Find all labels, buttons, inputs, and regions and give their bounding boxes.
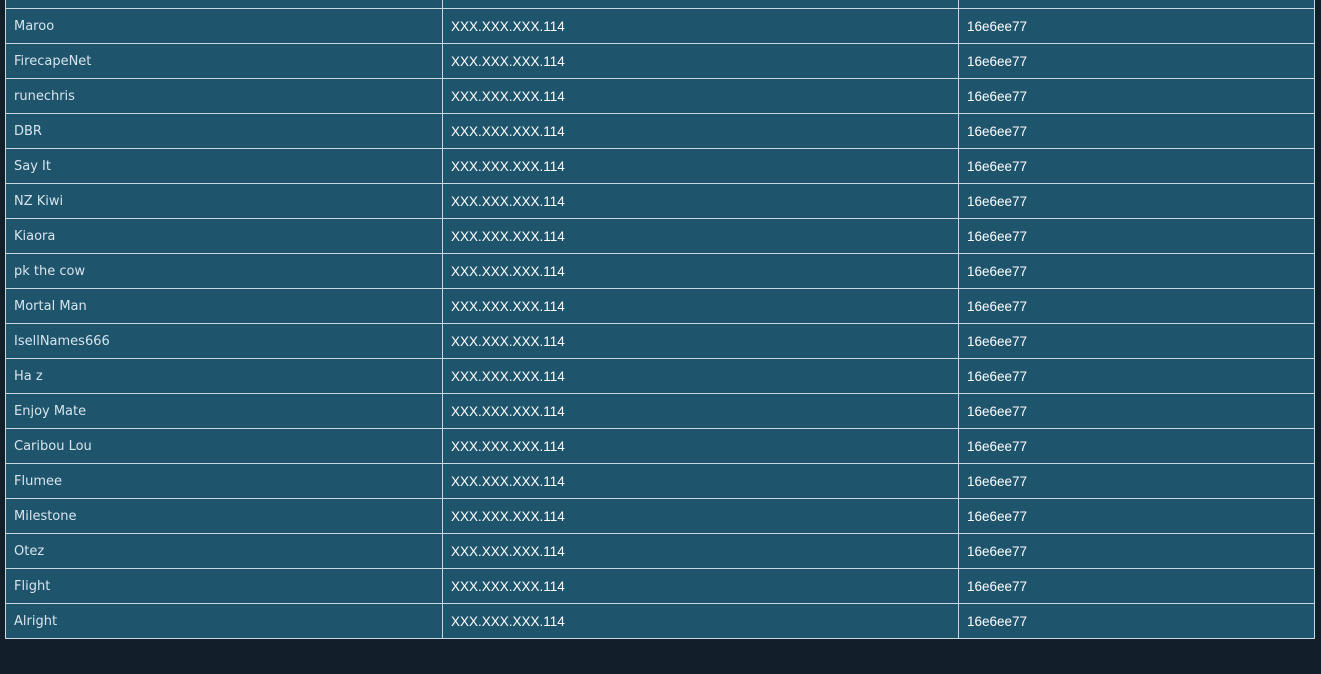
hash-id-cell: 16e6ee77 [958,253,1315,289]
hash-id-cell: 16e6ee77 [958,148,1315,184]
ip-address-cell: XXX.XXX.XXX.114 [442,393,959,429]
player-name-cell: Ha z [5,358,443,394]
players-table-container: Maroo XXX.XXX.XXX.114 16e6ee77 FirecapeN… [5,0,1315,639]
hash-id-cell: 16e6ee77 [958,183,1315,219]
player-name-cell: NZ Kiwi [5,183,443,219]
ip-address-cell: XXX.XXX.XXX.114 [442,463,959,499]
player-name-cell: Kiaora [5,218,443,254]
table-row: NZ Kiwi XXX.XXX.XXX.114 16e6ee77 [5,183,1315,219]
player-name-cell: Caribou Lou [5,428,443,464]
hash-id-cell [958,0,1315,9]
hash-id-cell: 16e6ee77 [958,393,1315,429]
hash-id-cell: 16e6ee77 [958,533,1315,569]
ip-address-cell: XXX.XXX.XXX.114 [442,323,959,359]
table-row: FirecapeNet XXX.XXX.XXX.114 16e6ee77 [5,43,1315,79]
ip-address-cell: XXX.XXX.XXX.114 [442,288,959,324]
player-name-cell: Maroo [5,8,443,44]
table-row: Kiaora XXX.XXX.XXX.114 16e6ee77 [5,218,1315,254]
ip-address-cell: XXX.XXX.XXX.114 [442,8,959,44]
page-bottom-background [0,658,1321,674]
hash-id-cell: 16e6ee77 [958,358,1315,394]
hash-id-cell: 16e6ee77 [958,43,1315,79]
ip-address-cell: XXX.XXX.XXX.114 [442,358,959,394]
hash-id-cell: 16e6ee77 [958,568,1315,604]
player-name-cell: DBR [5,113,443,149]
player-name-cell: Flumee [5,463,443,499]
ip-address-cell: XXX.XXX.XXX.114 [442,253,959,289]
ip-address-cell: XXX.XXX.XXX.114 [442,183,959,219]
table-row: Maroo XXX.XXX.XXX.114 16e6ee77 [5,8,1315,44]
table-row: Alright XXX.XXX.XXX.114 16e6ee77 [5,603,1315,639]
ip-address-cell: XXX.XXX.XXX.114 [442,533,959,569]
table-row: Flight XXX.XXX.XXX.114 16e6ee77 [5,568,1315,604]
table-row: Say It XXX.XXX.XXX.114 16e6ee77 [5,148,1315,184]
table-row: IsellNames666 XXX.XXX.XXX.114 16e6ee77 [5,323,1315,359]
table-row: Flumee XXX.XXX.XXX.114 16e6ee77 [5,463,1315,499]
player-name-cell: FirecapeNet [5,43,443,79]
hash-id-cell: 16e6ee77 [958,498,1315,534]
table-row: Milestone XXX.XXX.XXX.114 16e6ee77 [5,498,1315,534]
table-row: Mortal Man XXX.XXX.XXX.114 16e6ee77 [5,288,1315,324]
hash-id-cell: 16e6ee77 [958,113,1315,149]
player-name-cell: Milestone [5,498,443,534]
player-name-cell: Flight [5,568,443,604]
table-row: Enjoy Mate XXX.XXX.XXX.114 16e6ee77 [5,393,1315,429]
player-name-cell: IsellNames666 [5,323,443,359]
table-row: pk the cow XXX.XXX.XXX.114 16e6ee77 [5,253,1315,289]
player-name-cell: Enjoy Mate [5,393,443,429]
players-table-body: Maroo XXX.XXX.XXX.114 16e6ee77 FirecapeN… [5,0,1315,639]
player-name-cell [5,0,443,9]
hash-id-cell: 16e6ee77 [958,428,1315,464]
hash-id-cell: 16e6ee77 [958,288,1315,324]
ip-address-cell: XXX.XXX.XXX.114 [442,113,959,149]
hash-id-cell: 16e6ee77 [958,8,1315,44]
player-name-cell: Say It [5,148,443,184]
table-row: Ha z XXX.XXX.XXX.114 16e6ee77 [5,358,1315,394]
ip-address-cell: XXX.XXX.XXX.114 [442,218,959,254]
player-name-cell: Otez [5,533,443,569]
table-row: Otez XXX.XXX.XXX.114 16e6ee77 [5,533,1315,569]
table-row [5,0,1315,9]
ip-address-cell: XXX.XXX.XXX.114 [442,78,959,114]
ip-address-cell: XXX.XXX.XXX.114 [442,498,959,534]
player-name-cell: pk the cow [5,253,443,289]
hash-id-cell: 16e6ee77 [958,323,1315,359]
players-table: Maroo XXX.XXX.XXX.114 16e6ee77 FirecapeN… [5,0,1315,639]
player-name-cell: Mortal Man [5,288,443,324]
player-name-cell: runechris [5,78,443,114]
ip-address-cell: XXX.XXX.XXX.114 [442,603,959,639]
hash-id-cell: 16e6ee77 [958,218,1315,254]
hash-id-cell: 16e6ee77 [958,603,1315,639]
table-row: Caribou Lou XXX.XXX.XXX.114 16e6ee77 [5,428,1315,464]
player-name-cell: Alright [5,603,443,639]
ip-address-cell: XXX.XXX.XXX.114 [442,428,959,464]
ip-address-cell: XXX.XXX.XXX.114 [442,568,959,604]
table-row: DBR XXX.XXX.XXX.114 16e6ee77 [5,113,1315,149]
hash-id-cell: 16e6ee77 [958,78,1315,114]
ip-address-cell: XXX.XXX.XXX.114 [442,148,959,184]
hash-id-cell: 16e6ee77 [958,463,1315,499]
table-row: runechris XXX.XXX.XXX.114 16e6ee77 [5,78,1315,114]
ip-address-cell: XXX.XXX.XXX.114 [442,43,959,79]
ip-address-cell [442,0,959,9]
